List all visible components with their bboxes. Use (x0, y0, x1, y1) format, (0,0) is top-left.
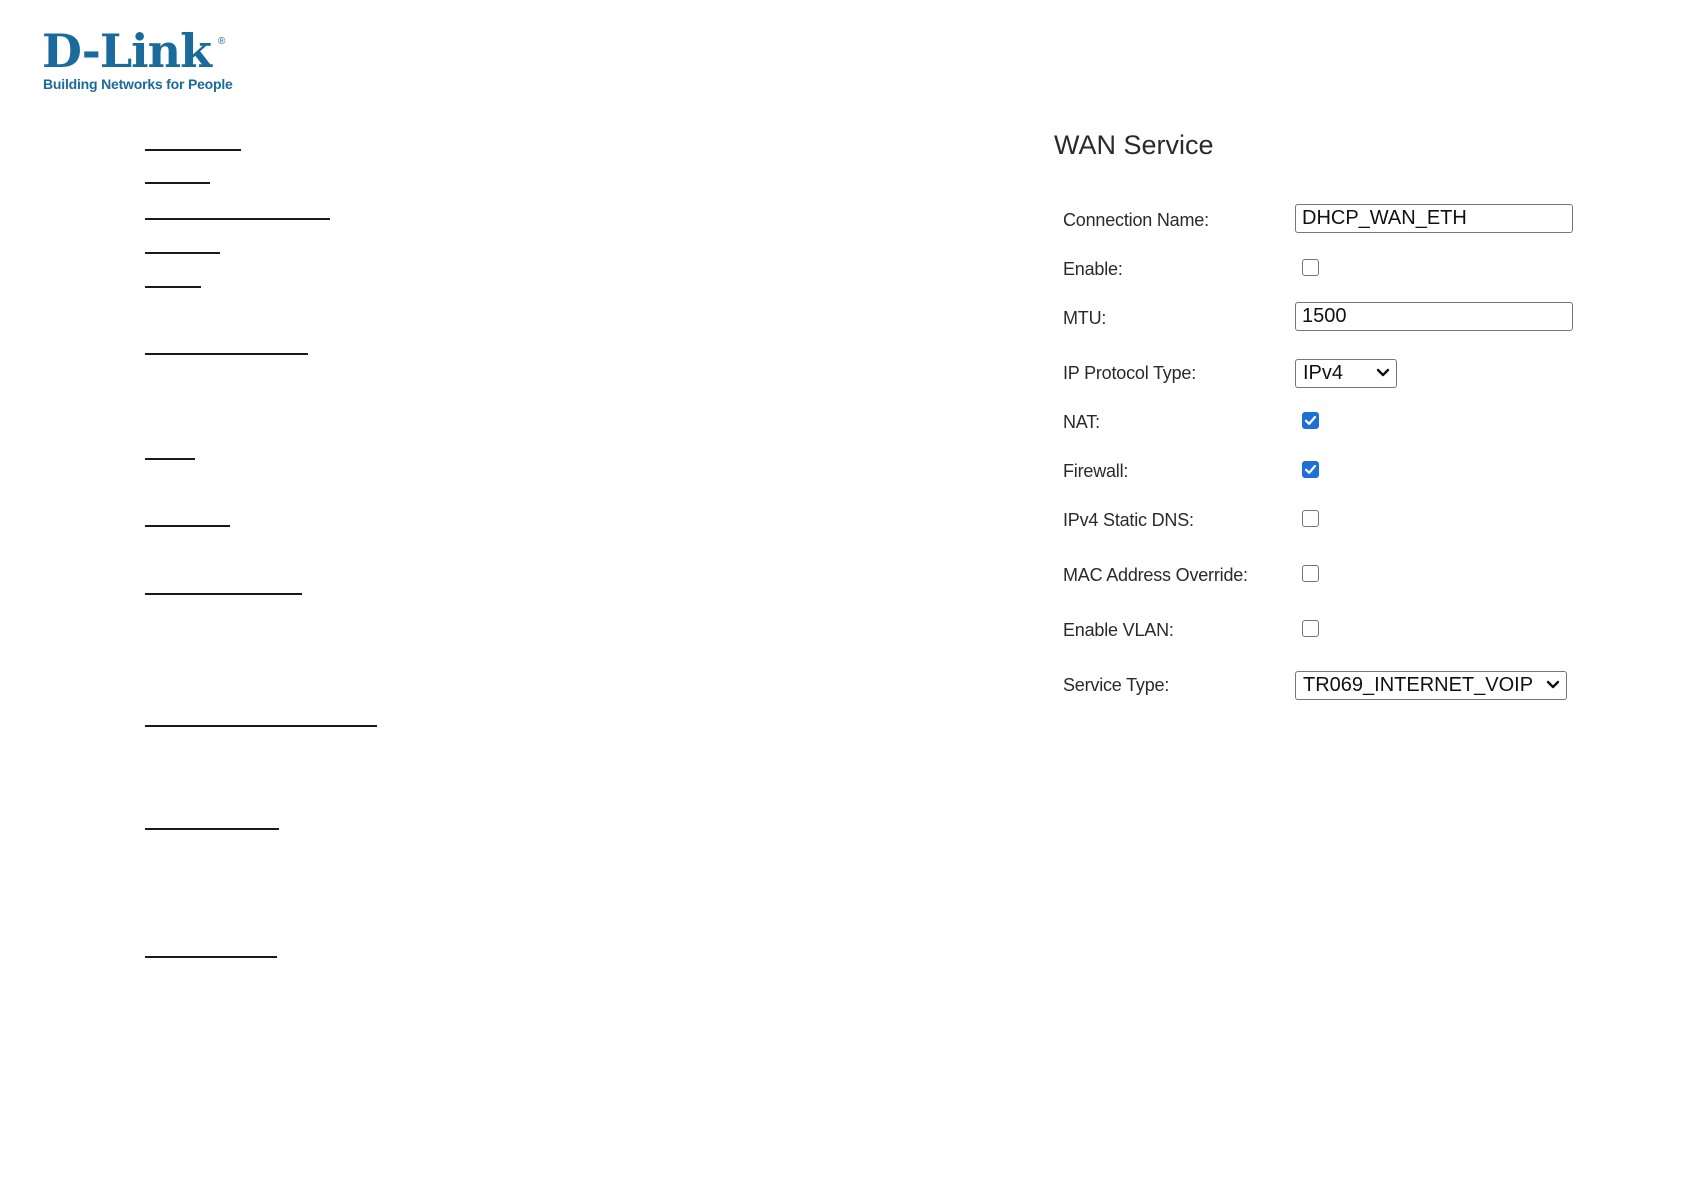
logo-tagline: Building Networks for People (43, 76, 233, 92)
nav-link-8[interactable] (145, 525, 230, 527)
connection-name-input[interactable] (1295, 204, 1573, 233)
checkmark-icon (1304, 464, 1317, 474)
mtu-input[interactable] (1295, 302, 1573, 331)
service-type-label: Service Type: (1063, 675, 1170, 695)
nav-link-4[interactable] (145, 252, 220, 254)
firewall-label: Firewall: (1063, 461, 1129, 481)
nav-link-2[interactable] (145, 182, 210, 184)
nav-link-3[interactable] (145, 218, 330, 220)
nav-link-11[interactable] (145, 828, 279, 830)
ip-protocol-type-value: IPv4 (1303, 362, 1344, 384)
checkmark-icon (1304, 415, 1317, 425)
connection-name-label: Connection Name: (1063, 210, 1209, 230)
enable-vlan-checkbox[interactable] (1302, 620, 1319, 637)
nav-link-6[interactable] (145, 353, 308, 355)
enable-label: Enable: (1063, 259, 1123, 279)
d-link-logo: D-Link ® Building Networks for People (42, 28, 242, 96)
ip-protocol-type-select[interactable]: IPv4 (1295, 359, 1397, 388)
nav-link-9[interactable] (145, 593, 302, 595)
enable-checkbox[interactable] (1302, 259, 1319, 276)
firewall-checkbox[interactable] (1302, 461, 1319, 478)
nav-link-10[interactable] (145, 725, 377, 727)
enable-vlan-label: Enable VLAN: (1063, 620, 1174, 640)
logo-wordmark: D-Link (42, 24, 212, 78)
nav-link-12[interactable] (145, 956, 277, 958)
nav-link-5[interactable] (145, 286, 201, 288)
ip-protocol-type-label: IP Protocol Type: (1063, 363, 1197, 383)
ipv4-static-dns-checkbox[interactable] (1302, 510, 1319, 527)
chevron-down-icon (1546, 680, 1560, 689)
nat-label: NAT: (1063, 412, 1100, 432)
service-type-select[interactable]: TR069_INTERNET_VOIP (1295, 671, 1567, 700)
mac-address-override-checkbox[interactable] (1302, 565, 1319, 582)
nat-checkbox[interactable] (1302, 412, 1319, 429)
service-type-value: TR069_INTERNET_VOIP (1303, 674, 1534, 696)
ipv4-static-dns-label: IPv4 Static DNS: (1063, 510, 1194, 530)
mtu-label: MTU: (1063, 308, 1107, 328)
mac-address-override-label: MAC Address Override: (1063, 565, 1248, 585)
nav-link-1[interactable] (145, 149, 241, 151)
chevron-down-icon (1376, 368, 1390, 377)
page-title: WAN Service (1054, 130, 1214, 160)
logo-registered-mark: ® (218, 36, 226, 47)
nav-link-7[interactable] (145, 458, 195, 460)
